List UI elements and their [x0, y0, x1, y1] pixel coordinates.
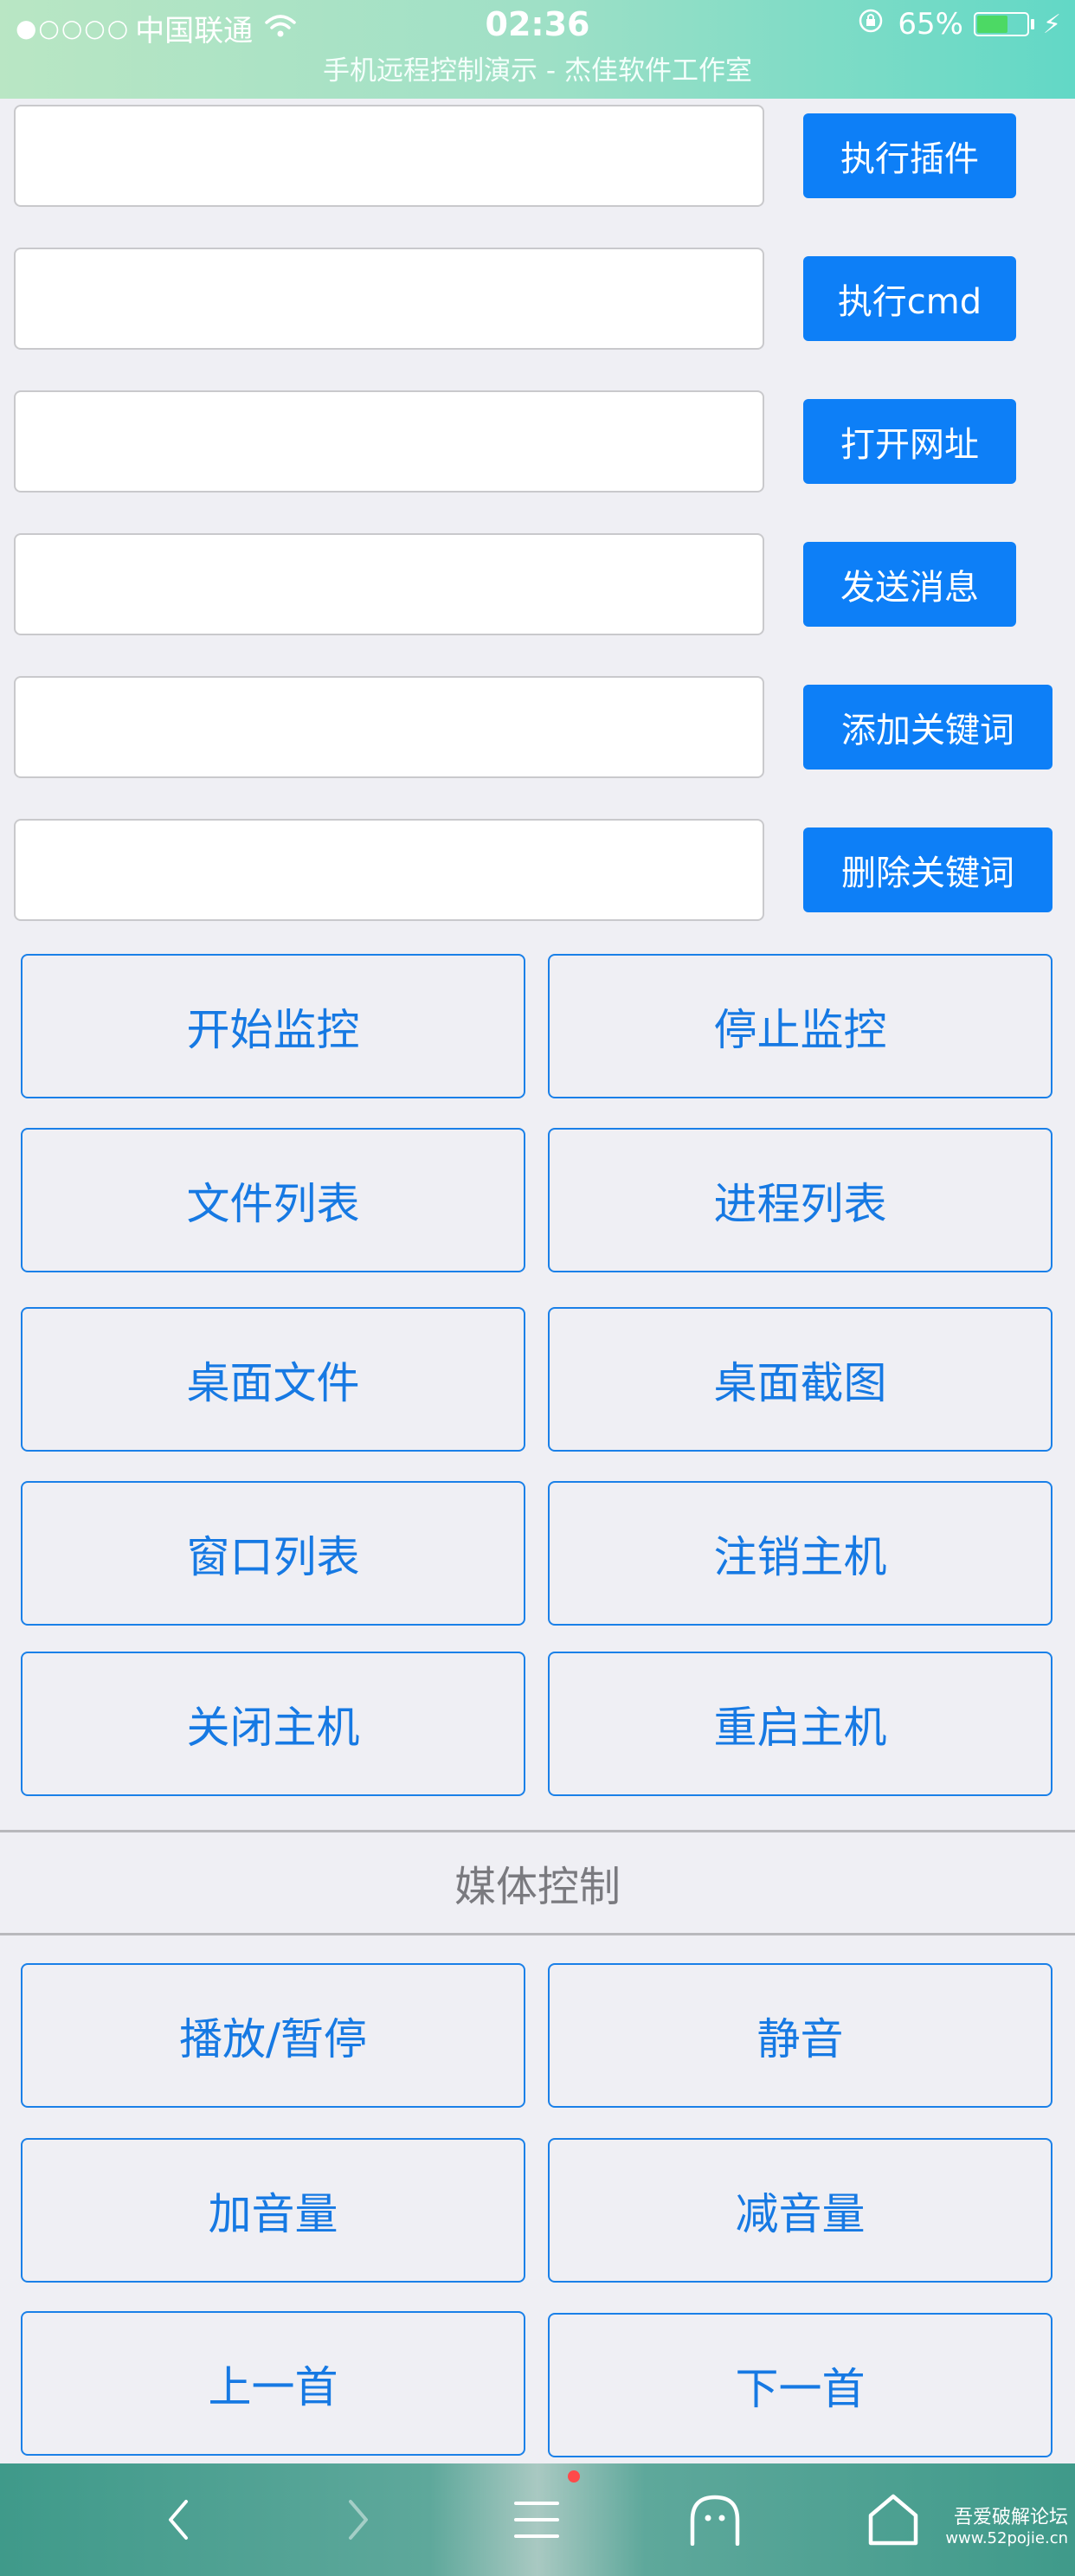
add-keyword-button[interactable]: 添加关键词 — [803, 685, 1052, 770]
media-section-header: 媒体控制 — [0, 1830, 1075, 1935]
plugin-row: 执行插件 — [14, 105, 1061, 207]
stop-monitor-button[interactable]: 停止监控 — [548, 954, 1052, 1098]
process-list-button[interactable]: 进程列表 — [548, 1128, 1052, 1272]
shutdown-host-button[interactable]: 关闭主机 — [21, 1652, 525, 1796]
watermark-title: 吾爱破解论坛 — [953, 2507, 1068, 2528]
url-input[interactable] — [14, 390, 764, 493]
charging-icon: ⚡ — [1042, 9, 1061, 40]
play-pause-button[interactable]: 播放/暂停 — [21, 1963, 525, 2108]
rotation-lock-icon — [858, 7, 884, 42]
battery-percent: 65% — [898, 7, 963, 42]
ghost-icon[interactable] — [663, 2463, 767, 2576]
message-row: 发送消息 — [14, 533, 1061, 635]
browser-toolbar — [0, 2463, 1075, 2576]
delete-keyword-input[interactable] — [14, 819, 764, 921]
cmd-input[interactable] — [14, 248, 764, 350]
message-input[interactable] — [14, 533, 764, 635]
delete-keyword-row: 删除关键词 — [14, 819, 1061, 921]
plugin-input[interactable] — [14, 105, 764, 207]
page-title: 手机远程控制演示 - 杰佳软件工作室 — [323, 55, 752, 87]
add-keyword-row: 添加关键词 — [14, 676, 1061, 778]
home-icon[interactable] — [841, 2463, 945, 2576]
run-cmd-button[interactable]: 执行cmd — [803, 256, 1016, 341]
open-url-button[interactable]: 打开网址 — [803, 399, 1016, 484]
add-keyword-input[interactable] — [14, 676, 764, 778]
watermark-url: www.52pojie.cn — [945, 2529, 1068, 2548]
notification-dot — [568, 2470, 580, 2483]
file-list-button[interactable]: 文件列表 — [21, 1128, 525, 1272]
cmd-row: 执行cmd — [14, 248, 1061, 350]
delete-keyword-button[interactable]: 删除关键词 — [803, 828, 1052, 912]
previous-track-button[interactable]: 上一首 — [21, 2311, 525, 2456]
desktop-screenshot-button[interactable]: 桌面截图 — [548, 1307, 1052, 1452]
volume-up-button[interactable]: 加音量 — [21, 2138, 525, 2283]
forward-icon[interactable] — [306, 2463, 410, 2576]
back-icon[interactable] — [126, 2463, 230, 2576]
watermark: 吾爱破解论坛 www.52pojie.cn — [945, 2507, 1068, 2548]
volume-down-button[interactable]: 减音量 — [548, 2138, 1052, 2283]
send-message-button[interactable]: 发送消息 — [803, 542, 1016, 627]
status-right: 65% ⚡ — [858, 7, 1061, 42]
desktop-files-button[interactable]: 桌面文件 — [21, 1307, 525, 1452]
battery-cap — [1030, 19, 1034, 29]
window-list-button[interactable]: 窗口列表 — [21, 1481, 525, 1626]
url-row: 打开网址 — [14, 390, 1061, 493]
next-track-button[interactable]: 下一首 — [548, 2313, 1052, 2457]
run-plugin-button[interactable]: 执行插件 — [803, 113, 1016, 198]
status-bar: ●○○○○ 中国联通 02:36 65% ⚡ 手机远程控制演示 - 杰佳软件工作… — [0, 0, 1075, 99]
restart-host-button[interactable]: 重启主机 — [548, 1652, 1052, 1796]
mute-button[interactable]: 静音 — [548, 1963, 1052, 2108]
logoff-host-button[interactable]: 注销主机 — [548, 1481, 1052, 1626]
start-monitor-button[interactable]: 开始监控 — [21, 954, 525, 1098]
battery-level — [976, 16, 1007, 33]
battery-icon — [973, 12, 1029, 36]
